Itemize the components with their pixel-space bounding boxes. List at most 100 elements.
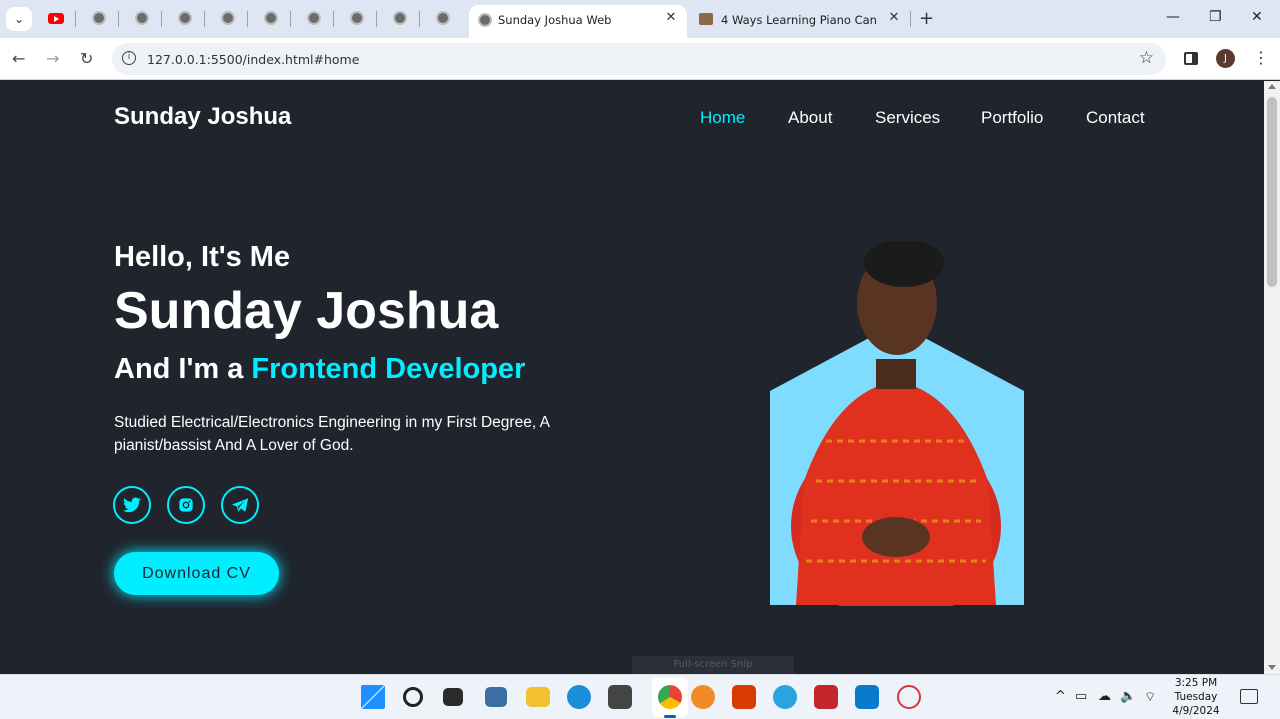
fl-studio-icon[interactable] [691, 685, 715, 709]
site-info-icon[interactable]: i [122, 51, 136, 65]
nav-about[interactable]: About [788, 108, 832, 128]
youtube-tab[interactable] [47, 9, 65, 27]
globe-icon [92, 11, 106, 25]
globe-icon [393, 11, 407, 25]
volume-icon[interactable]: 🔈 [1120, 689, 1136, 704]
menu-kebab-icon[interactable]: ⋮ [1253, 48, 1269, 67]
back-icon[interactable]: ← [12, 49, 25, 68]
tab-search-button[interactable]: ⌄ [6, 7, 32, 31]
pinned-tab[interactable] [348, 9, 366, 27]
hero-name: Sunday Joshua [114, 282, 499, 340]
address-bar[interactable]: i 127.0.0.1:5500/index.html#home ☆ [112, 43, 1166, 75]
page-viewport: Sunday Joshua Home About Services Portfo… [0, 81, 1264, 674]
globe-icon [264, 11, 278, 25]
pinned-tab[interactable] [90, 9, 108, 27]
notification-icon[interactable] [1240, 689, 1258, 704]
globe-icon [221, 11, 235, 25]
battery-icon[interactable]: ▭ [1075, 689, 1087, 704]
pinned-tab[interactable] [219, 9, 237, 27]
tab-separator [204, 11, 205, 27]
url-text: 127.0.0.1:5500/index.html#home [147, 52, 360, 67]
site-logo[interactable]: Sunday Joshua [114, 103, 291, 131]
clock-time: 3:25 PM [1174, 677, 1218, 689]
pdf-reader-icon[interactable] [814, 685, 838, 709]
tab-separator [376, 11, 377, 27]
scroll-down-icon[interactable] [1268, 665, 1276, 670]
edge-icon[interactable] [567, 685, 591, 709]
new-tab-button[interactable]: + [919, 8, 934, 29]
search-icon[interactable] [403, 687, 423, 707]
show-hidden-icons-icon[interactable]: ^ [1055, 689, 1066, 704]
side-panel-icon[interactable] [1184, 52, 1198, 65]
store-icon[interactable] [608, 685, 632, 709]
address-toolbar: ← → ↻ i 127.0.0.1:5500/index.html#home ☆… [0, 38, 1280, 80]
role-prefix: And I'm a [114, 353, 252, 385]
profile-avatar[interactable]: J [1216, 49, 1235, 68]
pinned-tab[interactable] [262, 9, 280, 27]
twitter-link[interactable] [113, 486, 151, 524]
telegram-app-icon[interactable] [773, 685, 797, 709]
start-icon[interactable] [361, 685, 385, 709]
nav-contact[interactable]: Contact [1086, 108, 1145, 128]
taskbar-clock[interactable]: 3:25 PM Tuesday 4/9/2024 [1168, 676, 1224, 718]
telegram-icon [231, 498, 249, 512]
scroll-up-icon[interactable] [1268, 84, 1276, 89]
file-explorer-icon[interactable] [526, 687, 550, 707]
office-icon[interactable] [732, 685, 756, 709]
globe-icon [135, 11, 149, 25]
restore-icon[interactable]: ❐ [1209, 9, 1222, 25]
youtube-icon [48, 12, 64, 24]
globe-icon [178, 11, 192, 25]
scrollbar-thumb[interactable] [1267, 97, 1277, 287]
active-tab[interactable]: Sunday Joshua Web ✕ [469, 5, 687, 38]
download-cv-button[interactable]: Download CV [114, 552, 279, 595]
pinned-tab[interactable] [434, 9, 452, 27]
pinned-tab[interactable] [305, 9, 323, 27]
snip-overlay-label: Full-screen Snip [632, 656, 794, 674]
tab-separator [290, 11, 291, 27]
tab-separator [247, 11, 248, 27]
instagram-icon [179, 498, 193, 512]
reload-icon[interactable]: ↻ [80, 49, 93, 68]
close-tab-icon[interactable]: ✕ [886, 10, 902, 25]
tab-separator [161, 11, 162, 27]
instagram-link[interactable] [167, 486, 205, 524]
piano-article-favicon [699, 13, 713, 25]
tab-separator [333, 11, 334, 27]
tab-separator [75, 11, 76, 27]
hero-greeting: Hello, It's Me [114, 241, 291, 273]
widgets-icon[interactable] [485, 687, 507, 707]
active-tab-title: Sunday Joshua Web [498, 13, 612, 27]
nav-portfolio[interactable]: Portfolio [981, 108, 1043, 128]
vscode-icon[interactable] [855, 685, 879, 709]
minimize-icon[interactable]: — [1166, 9, 1180, 25]
bookmark-star-icon[interactable]: ☆ [1139, 48, 1154, 68]
close-tab-icon[interactable]: ✕ [663, 10, 679, 25]
nav-home[interactable]: Home [700, 108, 745, 128]
globe-icon [478, 13, 492, 27]
portrait-hands [862, 517, 930, 557]
windows-taskbar: ^ ▭ ☁ 🔈 ⌔ 3:25 PM Tuesday 4/9/2024 [0, 674, 1280, 719]
wifi-icon[interactable]: ⌔ [1144, 689, 1156, 705]
task-view-icon[interactable] [443, 688, 463, 706]
role-highlight: Frontend Developer [251, 353, 526, 385]
telegram-link[interactable] [221, 486, 259, 524]
globe-icon [307, 11, 321, 25]
chrome-icon[interactable] [658, 685, 682, 709]
pinned-tab[interactable] [391, 9, 409, 27]
pinned-tab[interactable] [133, 9, 151, 27]
onedrive-icon[interactable]: ☁ [1098, 689, 1111, 704]
clock-date: 4/9/2024 [1172, 705, 1220, 717]
tab-separator [419, 11, 420, 27]
forward-icon[interactable]: → [46, 49, 59, 68]
page-scrollbar[interactable] [1264, 81, 1280, 674]
hero-description: Studied Electrical/Electronics Engineeri… [114, 414, 550, 454]
tab-separator [910, 11, 911, 27]
pinned-tab[interactable] [176, 9, 194, 27]
browser-tab-bar: ⌄ Sunday Joshua Web ✕ 4 Ways Learning Pi… [0, 0, 1280, 38]
close-window-icon[interactable]: ✕ [1251, 9, 1263, 25]
snipping-tool-icon[interactable] [897, 685, 921, 709]
clock-day: Tuesday [1174, 691, 1218, 703]
nav-services[interactable]: Services [875, 108, 940, 128]
other-tab-title[interactable]: 4 Ways Learning Piano Can Mak [721, 13, 881, 27]
